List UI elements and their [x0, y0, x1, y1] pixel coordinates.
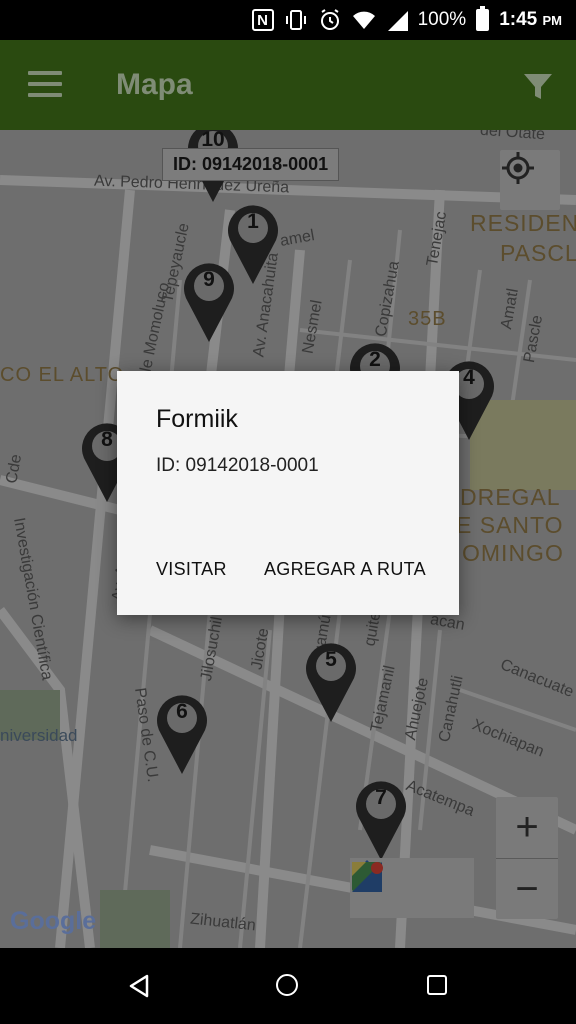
map-marker[interactable]: 5	[302, 638, 360, 724]
open-maps-button[interactable]	[352, 858, 474, 918]
vibrate-icon	[284, 7, 308, 33]
marker-number: 5	[325, 648, 337, 671]
back-icon[interactable]	[128, 974, 150, 998]
dialog-message: ID: 09142018-0001	[156, 455, 319, 476]
system-nav-bar	[0, 948, 576, 1024]
recents-icon[interactable]	[427, 975, 447, 995]
dialog-title: Formiik	[156, 405, 238, 433]
area-label: niversidad	[0, 726, 78, 745]
menu-icon[interactable]	[28, 71, 62, 97]
nfc-icon: N	[251, 7, 274, 33]
area-label: OMINGO	[462, 540, 564, 566]
crosshair-icon	[502, 152, 534, 184]
google-maps-icon	[352, 862, 383, 892]
map-marker[interactable]: 6	[153, 690, 211, 776]
marker-number: 6	[176, 700, 188, 723]
marker-number: 7	[375, 786, 387, 809]
nfc-letter: N	[251, 9, 274, 31]
area-label: CO EL ALTO	[0, 364, 125, 386]
map-marker[interactable]: 9	[180, 258, 238, 344]
zoom-controls: + −	[496, 797, 558, 919]
marker-dialog: Formiik ID: 09142018-0001 VISITAR AGREGA…	[117, 371, 459, 615]
clock-ampm: PM	[542, 13, 563, 28]
area-label: E SANTO	[456, 512, 564, 538]
area-label: 35B	[408, 308, 447, 330]
marker-number: 9	[203, 268, 215, 291]
area-label: PASCL	[500, 240, 576, 266]
add-to-route-button[interactable]: AGREGAR A RUTA	[264, 559, 426, 580]
status-bar: N 100% 1:45 PM	[0, 0, 576, 40]
area-label: DREGAL	[460, 484, 561, 510]
signal-icon	[386, 7, 408, 33]
home-icon[interactable]	[276, 974, 298, 996]
page-title: Mapa	[116, 68, 193, 101]
wifi-icon	[352, 7, 376, 33]
zoom-out-button[interactable]: −	[496, 858, 558, 919]
battery-percent: 100%	[417, 9, 467, 30]
map-marker[interactable]: 7	[352, 776, 410, 862]
marker-number: 1	[247, 210, 259, 233]
google-logo: Google	[10, 907, 97, 935]
alarm-icon	[318, 7, 342, 33]
filter-icon[interactable]	[522, 70, 554, 102]
my-location-button[interactable]	[500, 150, 560, 210]
clock-time: 1:45	[499, 9, 538, 30]
zoom-in-button[interactable]: +	[496, 797, 558, 858]
visit-button[interactable]: VISITAR	[156, 559, 227, 580]
marker-info-window: ID: 09142018-0001	[162, 148, 340, 181]
app-bar: Mapa	[0, 40, 576, 130]
map-toolbar	[350, 858, 474, 918]
battery-icon	[476, 6, 490, 31]
marker-number: 2	[369, 348, 381, 371]
clock: 1:45 PM	[499, 9, 562, 31]
area-label: RESIDENC	[470, 210, 576, 236]
